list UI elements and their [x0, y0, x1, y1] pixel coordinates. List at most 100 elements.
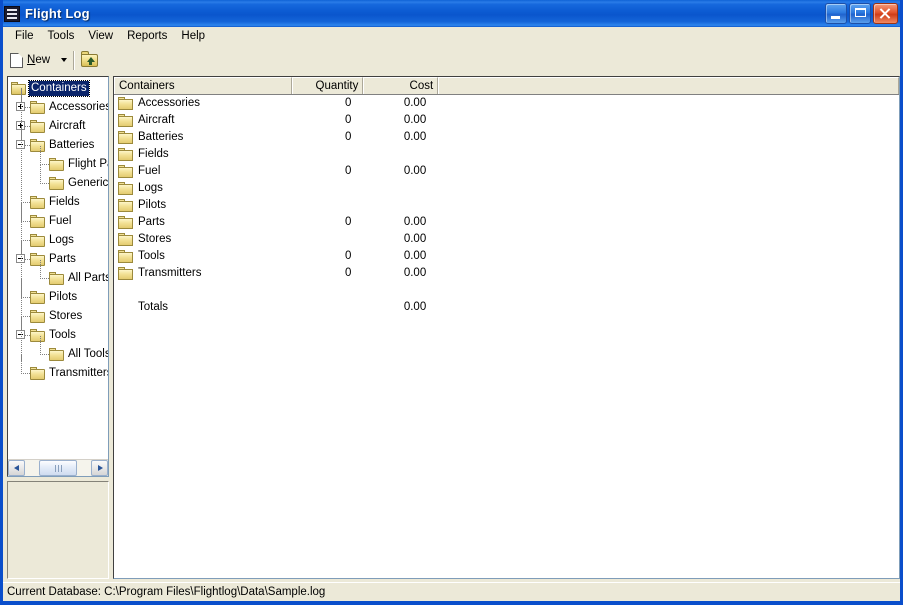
column-header-quantity[interactable]: Quantity	[291, 77, 364, 94]
cell-quantity: 0	[344, 131, 352, 143]
tree-connector	[40, 278, 49, 279]
column-header-label: Quantity	[315, 80, 359, 92]
cell-name: Parts	[114, 216, 292, 229]
tree-item-containers[interactable]: Containers	[11, 79, 90, 98]
tree-connector	[40, 336, 41, 355]
tree-item-logs[interactable]: Logs	[30, 231, 74, 250]
table-row[interactable]: Batteries 0 0.00	[114, 129, 899, 146]
tree-item-label: Parts	[49, 253, 76, 265]
new-button[interactable]: New	[7, 49, 54, 71]
table-row[interactable]: Aircraft 0 0.00	[114, 112, 899, 129]
tree-item-flight-pa[interactable]: Flight Pa	[49, 155, 108, 174]
tree-connector	[21, 221, 30, 222]
table-row[interactable]: Accessories 0 0.00	[114, 95, 899, 112]
cell-name: Accessories	[114, 97, 292, 110]
tree-item-stores[interactable]: Stores	[30, 307, 82, 326]
chevron-down-icon[interactable]	[61, 58, 68, 62]
totals-row[interactable]: Totals 0.00	[114, 299, 899, 316]
tree-item-all-tools[interactable]: All Tools	[49, 345, 108, 364]
menu-file[interactable]: File	[8, 28, 41, 46]
tree-node-list: Containers Accessories Aircraft Batteries Fl…	[8, 79, 108, 457]
tree-item-label: Fuel	[49, 215, 72, 227]
cell-name-label: Stores	[138, 233, 172, 245]
menu-view[interactable]: View	[81, 28, 120, 46]
tree-item-label: Aircraft	[49, 120, 86, 132]
close-button[interactable]	[873, 3, 898, 24]
folder-icon	[118, 148, 134, 161]
menu-reports[interactable]: Reports	[120, 28, 174, 46]
cell-cost: 0.00	[403, 131, 427, 143]
maximize-button[interactable]	[849, 3, 871, 24]
list-header: Containers Quantity Cost	[114, 77, 899, 95]
tree-item-aircraft[interactable]: Aircraft	[16, 117, 86, 136]
status-text: Current Database: C:\Program Files\Fligh…	[7, 586, 326, 598]
table-row[interactable]: Fields	[114, 146, 899, 163]
table-row[interactable]: Stores 0.00	[114, 231, 899, 248]
tree-item-label: Tools	[49, 329, 76, 341]
tree-item-transmitters[interactable]: Transmitters	[30, 364, 108, 383]
tree-item-label: Accessories	[49, 101, 108, 113]
tree-connector	[40, 164, 49, 165]
folder-up-icon[interactable]	[80, 51, 100, 69]
column-header-cost[interactable]: Cost	[363, 77, 439, 94]
cell-name-label: Aircraft	[138, 114, 175, 126]
tree-item-all-parts[interactable]: All Parts	[49, 269, 108, 288]
folder-icon	[49, 348, 65, 361]
tree-horizontal-scrollbar[interactable]	[8, 459, 108, 476]
table-row[interactable]: Parts 0 0.00	[114, 214, 899, 231]
folder-icon	[118, 97, 134, 110]
table-row[interactable]: Transmitters 0 0.00	[114, 265, 899, 282]
cell-name: Fuel	[114, 165, 292, 178]
tree-item-accessories[interactable]: Accessories	[16, 98, 108, 117]
tree-item-label: All Parts	[68, 272, 108, 284]
cell-name-label: Tools	[138, 250, 165, 262]
cell-cost: 0.00	[403, 165, 427, 177]
scrollbar-track[interactable]	[25, 460, 91, 476]
cell-quantity: 0	[344, 114, 352, 126]
cell-name-label: Pilots	[138, 199, 167, 211]
title-bar[interactable]: Flight Log	[3, 0, 900, 27]
tree-connector	[21, 373, 30, 374]
cell-cost: 0.00	[403, 216, 427, 228]
menu-help[interactable]: Help	[174, 28, 212, 46]
cell-name-label: Batteries	[138, 131, 184, 143]
minimize-button[interactable]	[825, 3, 847, 24]
tree-item-fields[interactable]: Fields	[30, 193, 80, 212]
table-row[interactable]: Pilots	[114, 197, 899, 214]
scroll-left-icon[interactable]	[8, 460, 25, 476]
cell-name-label: Fuel	[138, 165, 161, 177]
tree-connector	[40, 165, 41, 184]
column-header-containers[interactable]: Containers	[114, 77, 292, 94]
scroll-right-icon[interactable]	[91, 460, 108, 476]
table-row[interactable]: Tools 0 0.00	[114, 248, 899, 265]
cell-quantity: 0	[344, 250, 352, 262]
tree-item-label: Batteries	[49, 139, 95, 151]
folder-icon	[30, 310, 46, 323]
table-spacer-row	[114, 282, 899, 299]
tree-item-pilots[interactable]: Pilots	[30, 288, 77, 307]
tree-item-generic[interactable]: Generic	[49, 174, 108, 193]
column-header-blank[interactable]	[438, 77, 899, 94]
folder-icon	[118, 165, 134, 178]
folder-icon	[30, 329, 46, 342]
cell-name: Fields	[114, 148, 292, 161]
scrollbar-thumb[interactable]	[39, 460, 77, 476]
cell-name: Logs	[114, 182, 292, 195]
table-row[interactable]: Logs	[114, 180, 899, 197]
cell-name-label: Parts	[138, 216, 165, 228]
tree-view[interactable]: Containers Accessories Aircraft Batteries Fl…	[7, 76, 109, 477]
tree-item-tools[interactable]: Tools	[16, 326, 76, 345]
cell-name: Transmitters	[114, 267, 292, 280]
tree-item-parts[interactable]: Parts	[16, 250, 76, 269]
status-bar: Current Database: C:\Program Files\Fligh…	[3, 582, 900, 601]
folder-icon	[30, 291, 46, 304]
tree-item-fuel[interactable]: Fuel	[30, 212, 71, 231]
menu-tools[interactable]: Tools	[41, 28, 82, 46]
tree-connector	[40, 260, 41, 279]
list-view[interactable]: Containers Quantity Cost Accessories 0 0.00 A…	[113, 76, 900, 579]
table-row[interactable]: Fuel 0 0.00	[114, 163, 899, 180]
folder-icon	[118, 216, 134, 229]
folder-icon	[49, 177, 65, 190]
cell-name: Batteries	[114, 131, 292, 144]
folder-icon	[30, 215, 46, 228]
